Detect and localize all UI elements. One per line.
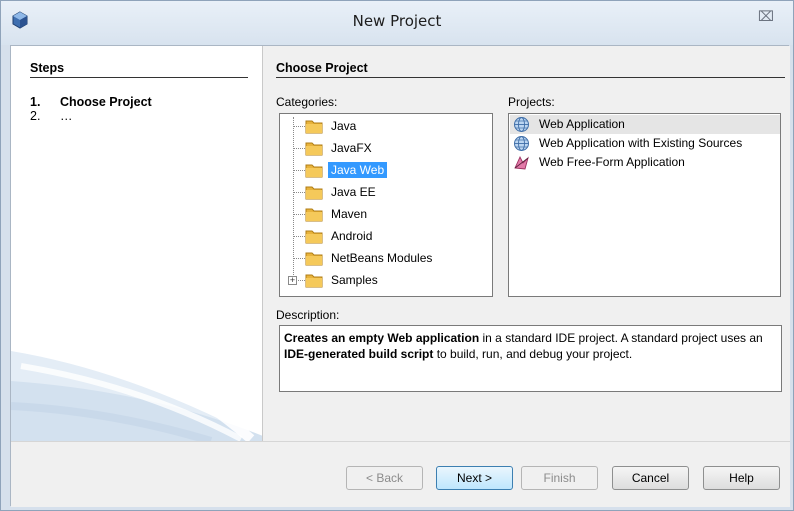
description-bold-1: Creates an empty Web application <box>284 331 480 345</box>
tree-item-label: Java EE <box>331 185 376 199</box>
step-number: 1. <box>30 95 41 109</box>
list-item-web-application-existing-sources[interactable]: Web Application with Existing Sources <box>510 134 780 153</box>
tree-branch-line <box>293 170 305 171</box>
tree-item-javafx[interactable]: JavaFX <box>280 138 492 160</box>
folder-icon <box>305 164 323 178</box>
list-item-label: Web Application with Existing Sources <box>539 136 743 150</box>
title-bar[interactable]: New Project ⌧ <box>1 1 793 45</box>
steps-heading: Steps <box>30 61 248 78</box>
description-text-2: in a standard IDE project. A standard pr… <box>479 331 763 345</box>
tree-item-label: NetBeans Modules <box>331 251 433 265</box>
back-button[interactable]: < Back <box>346 466 423 490</box>
projects-list[interactable]: Web Application Web Application with Exi… <box>508 113 781 297</box>
tree-branch-line <box>293 236 305 237</box>
tree-item-label: Maven <box>331 207 368 221</box>
new-project-dialog: New Project ⌧ Steps 1. Choose Project 2. …… <box>0 0 794 511</box>
categories-tree[interactable]: Java JavaFX Java Web Java EE Maven Andro… <box>279 113 493 297</box>
list-item-label: Web Application <box>539 117 625 131</box>
description-bold-3: IDE-generated build script <box>284 347 434 361</box>
folder-icon <box>305 120 323 134</box>
folder-icon <box>305 142 323 156</box>
tree-branch-line <box>293 192 305 193</box>
expand-plus-icon[interactable]: + <box>288 276 297 285</box>
tree-item-maven[interactable]: Maven <box>280 204 492 226</box>
folder-icon <box>305 274 323 288</box>
folder-icon <box>305 186 323 200</box>
tree-item-label: Java <box>331 119 357 133</box>
tree-item-label: Android <box>331 229 373 243</box>
dialog-content: Steps 1. Choose Project 2. … Choose Projec… <box>10 45 790 507</box>
description-label: Description: <box>276 308 340 322</box>
step-item: 2. … <box>30 109 73 123</box>
list-item-label: Web Free-Form Application <box>539 155 685 169</box>
folder-icon <box>305 230 323 244</box>
cancel-button[interactable]: Cancel <box>612 466 689 490</box>
finish-button[interactable]: Finish <box>521 466 598 490</box>
tree-branch-line <box>293 126 305 127</box>
tree-item-java[interactable]: Java <box>280 116 492 138</box>
step-item: 1. Choose Project <box>30 95 152 109</box>
tree-item-label: Java Web <box>328 162 388 178</box>
globe-icon <box>514 117 529 132</box>
close-button[interactable]: ⌧ <box>753 7 779 25</box>
help-button[interactable]: Help <box>703 466 780 490</box>
categories-label: Categories: <box>276 95 338 109</box>
tree-item-java-web[interactable]: Java Web <box>280 160 492 182</box>
list-item-web-application[interactable]: Web Application <box>510 115 780 134</box>
panel-heading: Choose Project <box>276 61 785 78</box>
description-text-4: to build, run, and debug your project. <box>433 347 633 361</box>
decorative-swoosh-graphic <box>11 326 262 441</box>
tree-branch-line <box>293 258 305 259</box>
folder-icon <box>305 208 323 222</box>
step-label: … <box>60 109 73 123</box>
projects-label: Projects: <box>508 95 555 109</box>
tree-item-label: Samples <box>331 273 378 287</box>
list-item-web-free-form-application[interactable]: Web Free-Form Application <box>510 153 780 172</box>
next-button[interactable]: Next > <box>436 466 513 490</box>
tree-branch-line <box>293 148 305 149</box>
tree-item-samples[interactable]: + Samples <box>280 270 492 292</box>
description-box: Creates an empty Web application in a st… <box>279 325 782 392</box>
button-bar: < Back Next > Finish Cancel Help <box>11 441 790 507</box>
tree-item-netbeans-modules[interactable]: NetBeans Modules <box>280 248 492 270</box>
step-label: Choose Project <box>60 95 152 109</box>
freeform-icon <box>514 155 529 170</box>
folder-icon <box>305 252 323 266</box>
steps-panel: Steps 1. Choose Project 2. … <box>11 46 263 441</box>
tree-item-android[interactable]: Android <box>280 226 492 248</box>
tree-item-java-ee[interactable]: Java EE <box>280 182 492 204</box>
tree-branch-line <box>293 214 305 215</box>
window-title: New Project <box>352 12 442 30</box>
globe-icon <box>514 136 529 151</box>
choose-project-panel: Choose Project Categories: Projects: Jav… <box>264 46 790 441</box>
tree-item-label: JavaFX <box>331 141 372 155</box>
step-number: 2. <box>30 109 41 123</box>
